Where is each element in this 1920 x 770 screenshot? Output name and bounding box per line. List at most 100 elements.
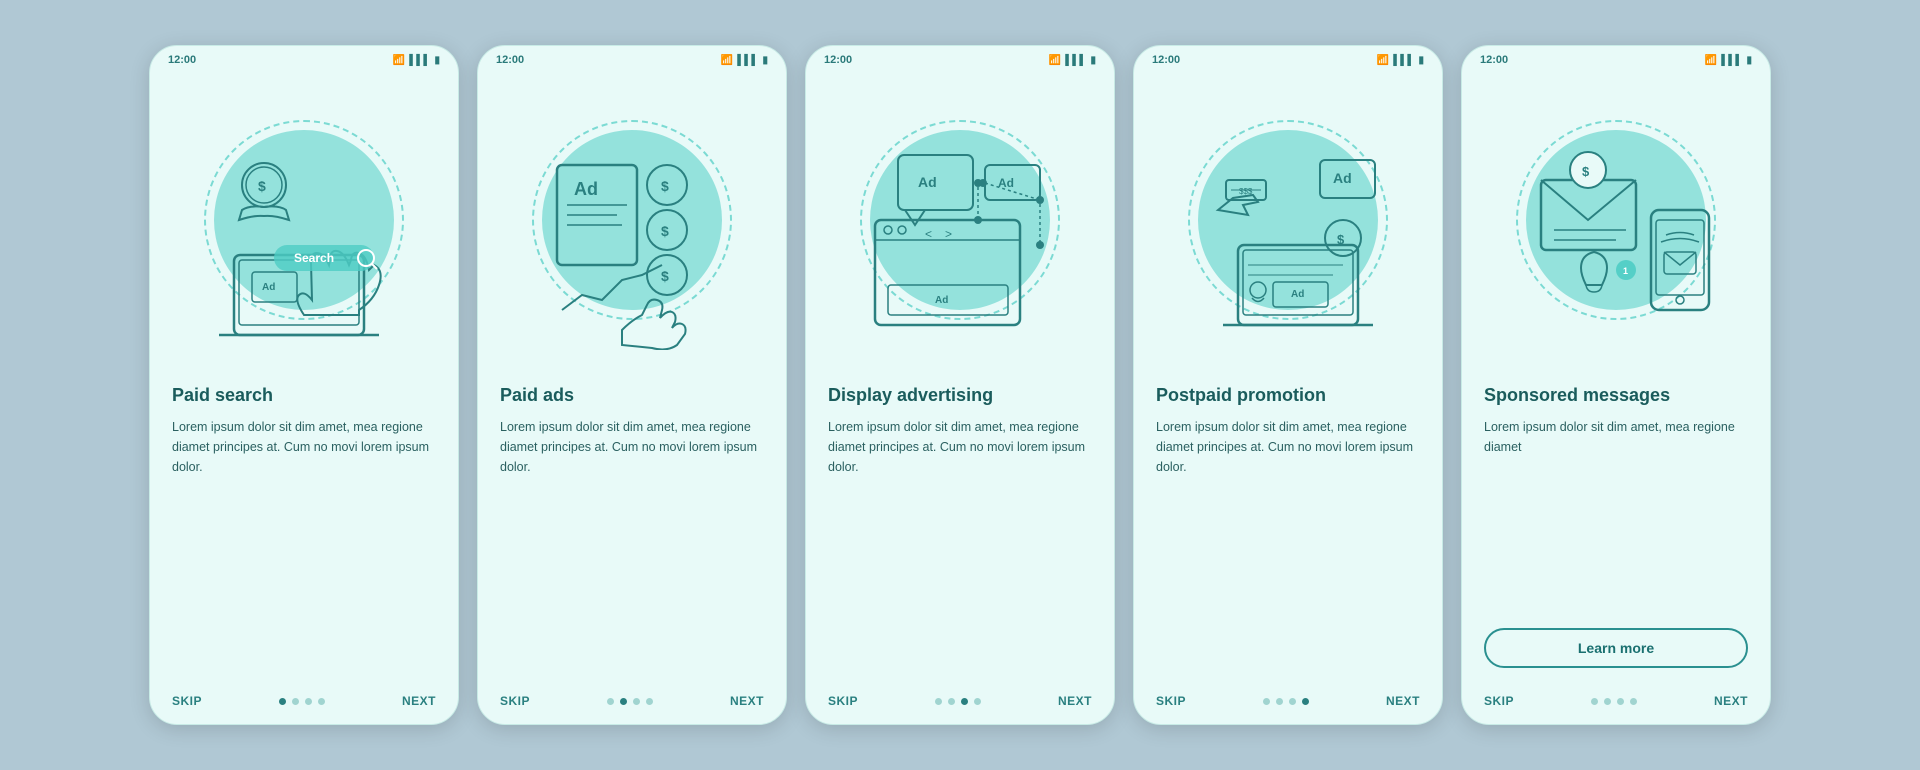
battery-icon-3: ▮ — [1090, 55, 1096, 66]
time-4: 12:00 — [1152, 54, 1180, 66]
svg-text:Ad: Ad — [262, 282, 275, 293]
signal-icon-5: ▌▌▌ — [1721, 55, 1742, 66]
svg-text:>: > — [945, 227, 952, 241]
svg-text:$: $ — [661, 178, 669, 194]
dots-5 — [1591, 698, 1637, 705]
skip-3[interactable]: SKIP — [828, 694, 858, 708]
title-paid-ads: Paid ads — [500, 384, 764, 407]
bottom-nav-1: SKIP NEXT — [150, 684, 458, 724]
dots-1 — [279, 698, 325, 705]
next-5[interactable]: NEXT — [1714, 694, 1748, 708]
svg-text:Search: Search — [294, 251, 334, 265]
bottom-nav-5: SKIP NEXT — [1462, 684, 1770, 724]
status-bar-2: 12:00 📶 ▌▌▌ ▮ — [478, 46, 786, 70]
dot-2-2 — [620, 698, 627, 705]
svg-text:$: $ — [661, 268, 669, 284]
phone-card-paid-search: 12:00 📶 ▌▌▌ ▮ Ad — [149, 45, 459, 725]
svg-text:$$$: $$$ — [1239, 187, 1253, 196]
dot-3-4 — [974, 698, 981, 705]
sponsored-messages-svg: $ 1 — [1486, 90, 1746, 350]
content-display-advertising: Display advertising Lorem ipsum dolor si… — [806, 370, 1114, 684]
paid-ads-svg: Ad $ $ $ — [502, 90, 762, 350]
skip-5[interactable]: SKIP — [1484, 694, 1514, 708]
status-icons-3: 📶 ▌▌▌ ▮ — [1049, 55, 1096, 66]
learn-more-button[interactable]: Learn more — [1484, 628, 1748, 668]
signal-icon-2: ▌▌▌ — [737, 55, 758, 66]
dot-1-1 — [279, 698, 286, 705]
status-icons-1: 📶 ▌▌▌ ▮ — [393, 55, 440, 66]
wifi-icon-5: 📶 — [1705, 55, 1717, 66]
svg-text:Ad: Ad — [574, 179, 598, 199]
time-5: 12:00 — [1480, 54, 1508, 66]
content-paid-ads: Paid ads Lorem ipsum dolor sit dim amet,… — [478, 370, 786, 684]
illustration-paid-ads: Ad $ $ $ — [478, 70, 786, 370]
next-3[interactable]: NEXT — [1058, 694, 1092, 708]
battery-icon-4: ▮ — [1418, 55, 1424, 66]
svg-text:Ad: Ad — [1333, 170, 1352, 186]
dot-5-3 — [1617, 698, 1624, 705]
status-bar-1: 12:00 📶 ▌▌▌ ▮ — [150, 46, 458, 70]
svg-text:$: $ — [661, 223, 669, 239]
next-2[interactable]: NEXT — [730, 694, 764, 708]
svg-text:Ad: Ad — [918, 174, 937, 190]
body-paid-ads: Lorem ipsum dolor sit dim amet, mea regi… — [500, 417, 764, 674]
dot-5-4 — [1630, 698, 1637, 705]
dots-2 — [607, 698, 653, 705]
title-display-advertising: Display advertising — [828, 384, 1092, 407]
svg-text:$: $ — [1582, 164, 1590, 179]
battery-icon: ▮ — [434, 55, 440, 66]
status-icons-5: 📶 ▌▌▌ ▮ — [1705, 55, 1752, 66]
dot-2-1 — [607, 698, 614, 705]
paid-search-svg: Ad $ Search — [174, 90, 434, 350]
signal-icon: ▌▌▌ — [409, 55, 430, 66]
status-bar-3: 12:00 📶 ▌▌▌ ▮ — [806, 46, 1114, 70]
dot-1-4 — [318, 698, 325, 705]
body-display-advertising: Lorem ipsum dolor sit dim amet, mea regi… — [828, 417, 1092, 674]
dot-4-4 — [1302, 698, 1309, 705]
wifi-icon: 📶 — [393, 55, 405, 66]
dot-1-2 — [292, 698, 299, 705]
illustration-sponsored-messages: $ 1 — [1462, 70, 1770, 370]
title-sponsored-messages: Sponsored messages — [1484, 384, 1748, 407]
battery-icon-5: ▮ — [1746, 55, 1752, 66]
phone-card-sponsored-messages: 12:00 📶 ▌▌▌ ▮ $ — [1461, 45, 1771, 725]
wifi-icon-4: 📶 — [1377, 55, 1389, 66]
dot-4-3 — [1289, 698, 1296, 705]
battery-icon-2: ▮ — [762, 55, 768, 66]
svg-text:<: < — [925, 227, 932, 241]
skip-1[interactable]: SKIP — [172, 694, 202, 708]
dot-3-1 — [935, 698, 942, 705]
next-1[interactable]: NEXT — [402, 694, 436, 708]
wifi-icon-3: 📶 — [1049, 55, 1061, 66]
status-bar-5: 12:00 📶 ▌▌▌ ▮ — [1462, 46, 1770, 70]
dot-2-3 — [633, 698, 640, 705]
body-postpaid-promotion: Lorem ipsum dolor sit dim amet, mea regi… — [1156, 417, 1420, 674]
dot-3-3 — [961, 698, 968, 705]
phone-card-display-advertising: 12:00 📶 ▌▌▌ ▮ < > Ad — [805, 45, 1115, 725]
title-postpaid-promotion: Postpaid promotion — [1156, 384, 1420, 407]
phone-card-paid-ads: 12:00 📶 ▌▌▌ ▮ Ad $ $ — [477, 45, 787, 725]
bottom-nav-2: SKIP NEXT — [478, 684, 786, 724]
dots-4 — [1263, 698, 1309, 705]
svg-text:Ad: Ad — [1291, 289, 1304, 300]
dot-4-2 — [1276, 698, 1283, 705]
skip-4[interactable]: SKIP — [1156, 694, 1186, 708]
content-paid-search: Paid search Lorem ipsum dolor sit dim am… — [150, 370, 458, 684]
main-container: 12:00 📶 ▌▌▌ ▮ Ad — [129, 25, 1791, 745]
signal-icon-4: ▌▌▌ — [1393, 55, 1414, 66]
display-advertising-svg: < > Ad Ad Ad — [830, 90, 1090, 350]
phone-card-postpaid-promotion: 12:00 📶 ▌▌▌ ▮ — [1133, 45, 1443, 725]
wifi-icon-2: 📶 — [721, 55, 733, 66]
svg-text:$: $ — [258, 178, 266, 194]
status-bar-4: 12:00 📶 ▌▌▌ ▮ — [1134, 46, 1442, 70]
content-postpaid-promotion: Postpaid promotion Lorem ipsum dolor sit… — [1134, 370, 1442, 684]
next-4[interactable]: NEXT — [1386, 694, 1420, 708]
dot-3-2 — [948, 698, 955, 705]
status-icons-4: 📶 ▌▌▌ ▮ — [1377, 55, 1424, 66]
skip-2[interactable]: SKIP — [500, 694, 530, 708]
bottom-nav-4: SKIP NEXT — [1134, 684, 1442, 724]
svg-text:$: $ — [1337, 232, 1345, 247]
body-sponsored-messages: Lorem ipsum dolor sit dim amet, mea regi… — [1484, 417, 1748, 618]
status-icons-2: 📶 ▌▌▌ ▮ — [721, 55, 768, 66]
time-1: 12:00 — [168, 54, 196, 66]
